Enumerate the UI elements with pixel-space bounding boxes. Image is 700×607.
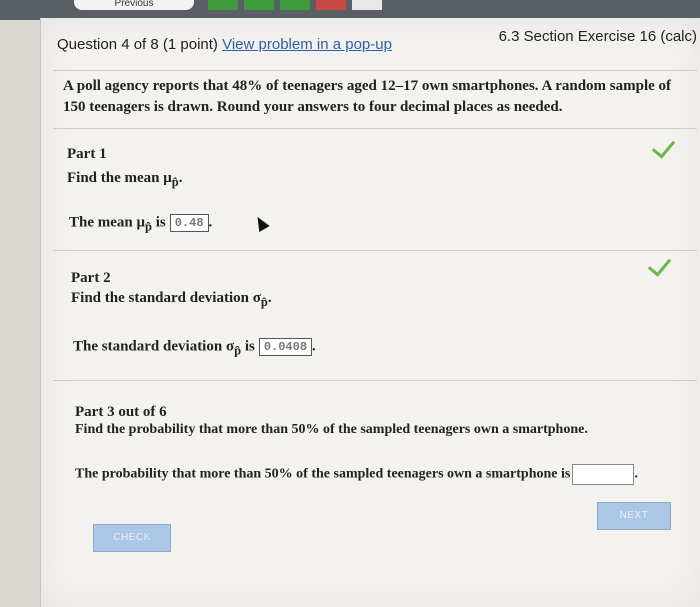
toolbar-tile[interactable]: [208, 0, 238, 10]
next-button[interactable]: NEXT: [597, 502, 671, 530]
part2-title: Part 2: [71, 270, 111, 286]
toolbar-tile[interactable]: [352, 0, 382, 10]
part2-answer-line: The standard deviation σp̂ is 0.0408.: [73, 338, 316, 358]
part3-prompt: Find the probability that more than 50% …: [75, 422, 588, 437]
mean-answer-field[interactable]: 0.48: [169, 214, 209, 232]
part3-title: Part 3 out of 6: [75, 404, 167, 420]
divider: [53, 250, 697, 251]
part1-prompt: Find the mean μp̂.: [67, 170, 183, 189]
divider: [53, 380, 697, 381]
previous-button[interactable]: Previous: [74, 0, 194, 10]
section-label: 6.3 Section Exercise 16 (calc): [498, 28, 697, 45]
divider: [53, 128, 697, 129]
part1-title: Part 1: [67, 146, 107, 162]
correct-check-icon: [651, 134, 676, 159]
top-toolbar: Previous: [0, 0, 700, 20]
part1-answer-line: The mean μp̂ is 0.48.: [69, 214, 213, 234]
toolbar-tile[interactable]: [244, 0, 274, 10]
probability-answer-field[interactable]: [572, 464, 635, 485]
problem-text: A poll agency reports that 48% of teenag…: [63, 78, 672, 115]
popup-link[interactable]: View problem in a pop-up: [222, 36, 392, 53]
part3-answer-line: The probability that more than 50% of th…: [75, 464, 638, 485]
part2-prompt: Find the standard deviation σp̂.: [71, 290, 272, 309]
correct-check-icon: [647, 252, 672, 277]
question-panel: Question 4 of 8 (1 point) View problem i…: [40, 18, 700, 607]
question-label: Question 4 of 8 (1 point): [57, 36, 218, 53]
question-header: Question 4 of 8 (1 point) View problem i…: [57, 36, 392, 53]
divider: [53, 70, 697, 71]
mouse-cursor-icon: [252, 213, 270, 233]
toolbar-tile[interactable]: [316, 0, 346, 10]
toolbar-tile[interactable]: [280, 0, 310, 10]
std-dev-answer-field[interactable]: 0.0408: [258, 338, 313, 356]
check-button[interactable]: CHECK: [93, 524, 171, 552]
